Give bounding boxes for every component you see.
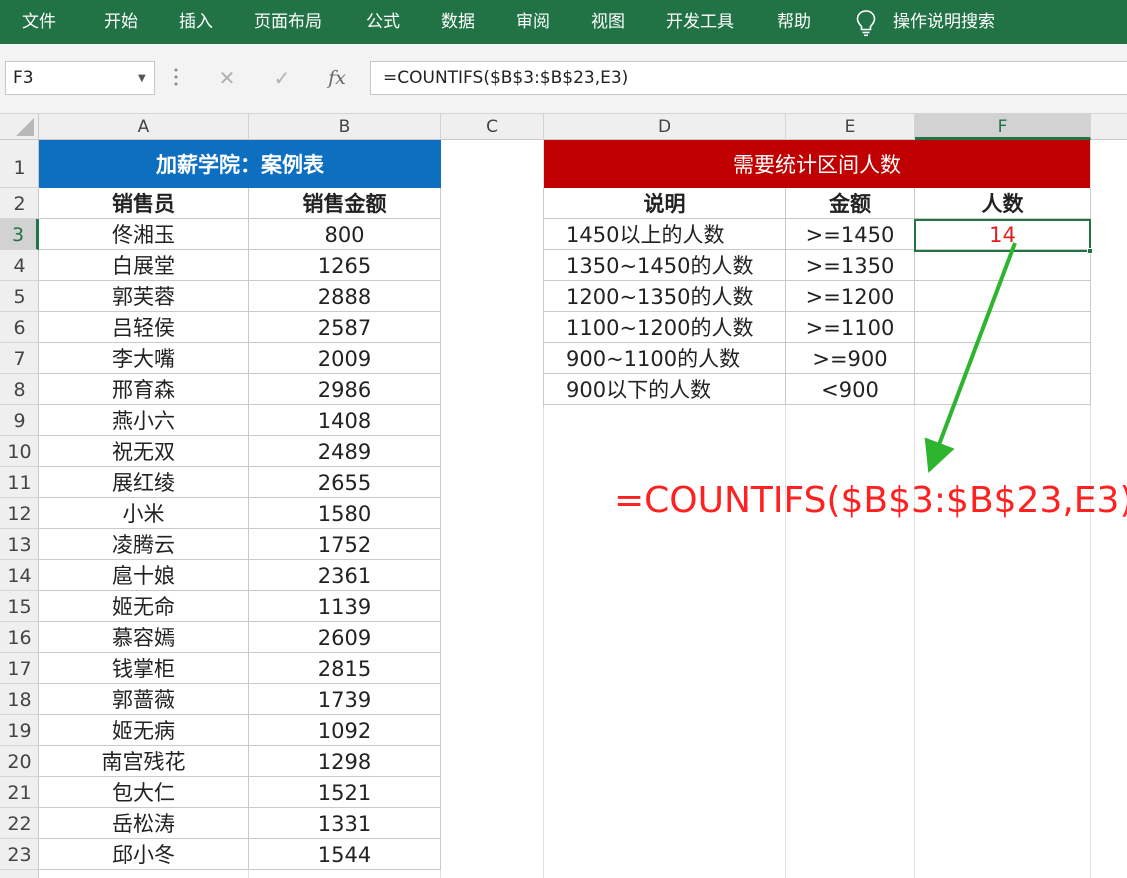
tab-file[interactable]: 文件 bbox=[22, 0, 56, 44]
row-header-15[interactable]: 15 bbox=[0, 591, 39, 622]
tab-help[interactable]: 帮助 bbox=[777, 0, 811, 44]
row-header-19[interactable]: 19 bbox=[0, 715, 39, 746]
column-header-e[interactable]: E bbox=[786, 114, 915, 140]
row-header-8[interactable]: 8 bbox=[0, 374, 39, 405]
row-header-17[interactable]: 17 bbox=[0, 653, 39, 684]
check-icon[interactable]: ✓ bbox=[265, 61, 299, 95]
tab-formulas[interactable]: 公式 bbox=[366, 0, 400, 44]
select-all-triangle-icon bbox=[16, 118, 34, 136]
select-all-button[interactable] bbox=[0, 114, 39, 140]
row-header-18[interactable]: 18 bbox=[0, 684, 39, 715]
row-header-20[interactable]: 20 bbox=[0, 746, 39, 777]
row-header-21[interactable]: 21 bbox=[0, 777, 39, 808]
row-header-10[interactable]: 10 bbox=[0, 436, 39, 467]
drag-handle-icon[interactable] bbox=[173, 67, 179, 87]
row-headers: 1 2 3 4 5 6 7 8 9 10 11 12 13 14 15 16 17 18 19 20 21 22 23 bbox=[0, 140, 39, 878]
cancel-icon[interactable]: ✕ bbox=[210, 61, 244, 95]
formula-input[interactable]: =COUNTIFS($B$3:$B$23,E3) bbox=[370, 61, 1127, 95]
row-header-22[interactable]: 22 bbox=[0, 808, 39, 839]
row-header-3[interactable]: 3 bbox=[0, 219, 39, 250]
name-box[interactable]: F3 ▼ bbox=[5, 61, 155, 95]
row-header-13[interactable]: 13 bbox=[0, 529, 39, 560]
tab-page-layout[interactable]: 页面布局 bbox=[254, 0, 322, 44]
column-header-d[interactable]: D bbox=[544, 114, 786, 140]
row-header-14[interactable]: 14 bbox=[0, 560, 39, 591]
tab-data[interactable]: 数据 bbox=[441, 0, 475, 44]
row-header-1[interactable]: 1 bbox=[0, 140, 39, 188]
chevron-down-icon[interactable]: ▼ bbox=[138, 73, 146, 84]
column-headers: A B C D E F bbox=[0, 114, 1127, 140]
tab-view[interactable]: 视图 bbox=[591, 0, 625, 44]
tell-me-search[interactable]: 操作说明搜索 bbox=[893, 0, 995, 44]
column-header-b[interactable]: B bbox=[249, 114, 441, 140]
formula-annotation: =COUNTIFS($B$3:$B$23,E3) bbox=[614, 480, 1127, 521]
row-header-2[interactable]: 2 bbox=[0, 188, 39, 219]
formula-bar-area: F3 ▼ ✕ ✓ fx =COUNTIFS($B$3:$B$23,E3) bbox=[0, 44, 1127, 114]
row-header-16[interactable]: 16 bbox=[0, 622, 39, 653]
tab-developer[interactable]: 开发工具 bbox=[666, 0, 734, 44]
row-header-11[interactable]: 11 bbox=[0, 467, 39, 498]
ribbon-tab-bar: 文件 开始 插入 页面布局 公式 数据 审阅 视图 开发工具 帮助 操作说明搜索 bbox=[0, 0, 1127, 44]
row-header-7[interactable]: 7 bbox=[0, 343, 39, 374]
tab-insert[interactable]: 插入 bbox=[179, 0, 213, 44]
row-header-5[interactable]: 5 bbox=[0, 281, 39, 312]
row-header-6[interactable]: 6 bbox=[0, 312, 39, 343]
row-header-9[interactable]: 9 bbox=[0, 405, 39, 436]
formula-text: =COUNTIFS($B$3:$B$23,E3) bbox=[383, 68, 629, 88]
row-header-23[interactable]: 23 bbox=[0, 839, 39, 870]
tab-home[interactable]: 开始 bbox=[104, 0, 138, 44]
worksheet-grid[interactable]: 加薪学院：案例表 需要统计区间人数 销售员 销售金额 佟湘玉 800 白展堂 1265 郭芙… bbox=[39, 140, 1127, 878]
insert-function-icon[interactable]: fx bbox=[320, 61, 354, 95]
column-header-c[interactable]: C bbox=[441, 114, 544, 140]
row-header-4[interactable]: 4 bbox=[0, 250, 39, 281]
tab-review[interactable]: 审阅 bbox=[516, 0, 550, 44]
column-header-a[interactable]: A bbox=[39, 114, 249, 140]
column-header-f[interactable]: F bbox=[915, 114, 1091, 140]
name-box-value: F3 bbox=[13, 68, 34, 88]
lightbulb-icon[interactable] bbox=[855, 9, 877, 37]
row-header-12[interactable]: 12 bbox=[0, 498, 39, 529]
